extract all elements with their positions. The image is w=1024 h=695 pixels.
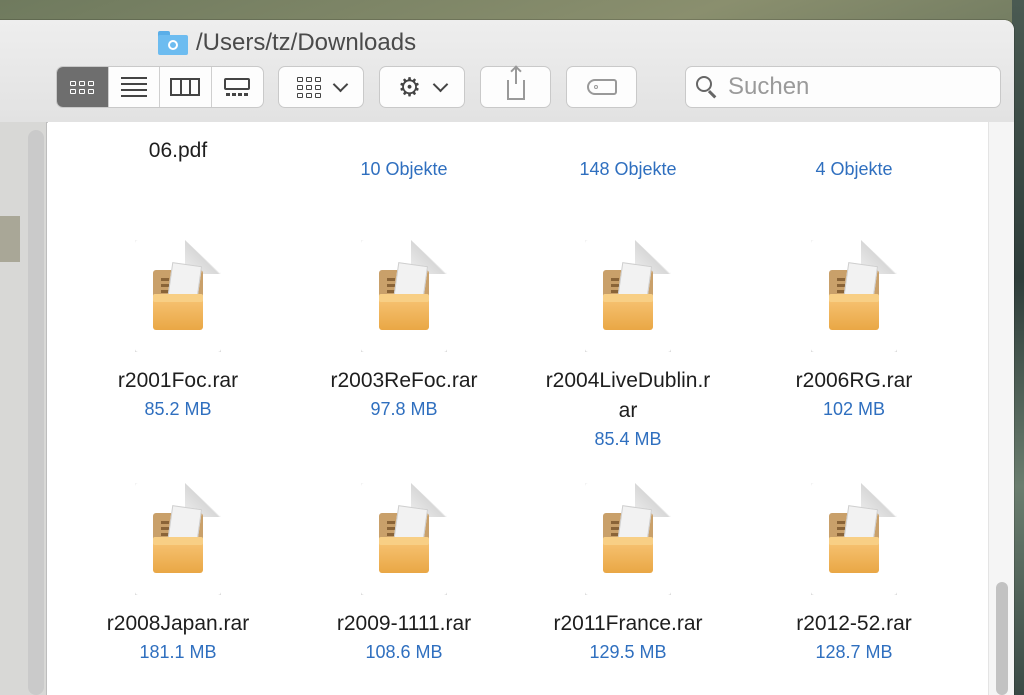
list-view-button[interactable] [109,67,160,107]
file-item[interactable]: r2011France.rar 129.5 MB [518,483,738,665]
file-size: 128.7 MB [815,642,893,662]
sidebar-selected-item[interactable] [0,216,20,262]
archive-icon [811,483,897,595]
file-name: r2009-1111.rar [336,612,472,635]
file-size: 108.6 MB [365,642,443,662]
item-count: 148 Objekte [579,159,677,179]
file-name: r2012-52.rar [796,612,912,635]
file-size: 85.4 MB [594,429,662,449]
file-name: r2011France.rar [553,612,703,635]
content-scrollbar[interactable] [988,122,1014,695]
share-button[interactable] [480,66,551,108]
file-size: 85.2 MB [144,399,212,419]
window-title: /Users/tz/Downloads [158,28,416,58]
file-name: r2006RG.rar [795,369,913,392]
archive-icon [361,240,447,352]
file-name: r2004LiveDublin.r ar [545,369,711,422]
column-view-button[interactable] [160,67,212,107]
sidebar [0,122,47,695]
item-count: 10 Objekte [360,159,448,179]
file-size: 181.1 MB [139,642,217,662]
grid-icon [70,80,95,94]
tag-icon [586,79,617,95]
file-item-pdf[interactable]: 06.pdf [68,122,288,166]
file-item[interactable]: r2008Japan.rar 181.1 MB [68,483,288,665]
archive-icon [585,483,671,595]
folder-item-profilbilder[interactable]: 4 Objekte [744,156,964,182]
sidebar-scrollbar[interactable] [28,130,44,695]
icon-view-button[interactable] [57,67,109,107]
file-item[interactable]: r2009-1111.rar 108.6 MB [294,483,514,665]
list-icon [120,77,147,97]
finder-window: /Users/tz/Downloads ⚙ Suchen 06.pdf 10 O… [0,20,1014,695]
search-input[interactable] [726,72,980,102]
file-grid: 06.pdf 10 Objekte 148 Objekte 4 Objekte … [48,122,988,695]
archive-icon [361,483,447,595]
archive-icon [585,240,671,352]
tags-button[interactable] [566,66,637,108]
file-name: r2003ReFoc.rar [330,369,478,392]
action-menu-button[interactable]: ⚙ [379,66,465,108]
gear-icon: ⚙ [397,72,422,102]
toolbar: /Users/tz/Downloads ⚙ Suchen [0,20,1014,123]
gallery-view-button[interactable] [212,67,264,107]
search-field[interactable] [685,66,1001,108]
columns-icon [170,78,201,96]
folder-item-netgear[interactable]: 10 Objekte [294,156,514,182]
chevron-down-icon [432,76,449,93]
archive-icon [135,483,221,595]
scrollbar-thumb[interactable] [996,582,1008,695]
file-item[interactable]: r2003ReFoc.rar 97.8 MB [294,240,514,422]
file-name: r2001Foc.rar [117,369,239,392]
path-label: /Users/tz/Downloads [196,29,417,56]
file-item[interactable]: r2004LiveDublin.r ar 85.4 MB [518,240,738,452]
file-size: 129.5 MB [589,642,667,662]
archive-icon [135,240,221,352]
file-name: r2008Japan.rar [106,612,250,635]
file-name: 06.pdf [148,139,208,162]
item-count: 4 Objekte [815,159,893,179]
view-mode-control [56,66,264,108]
group-grid-icon [296,76,321,98]
folder-item-pics[interactable]: 148 Objekte [518,156,738,182]
gallery-icon [224,78,251,96]
file-size: 97.8 MB [370,399,438,419]
chevron-down-icon [332,76,348,93]
downloads-folder-icon [158,31,188,55]
archive-icon [811,240,897,352]
file-item[interactable]: r2006RG.rar 102 MB [744,240,964,422]
file-item[interactable]: r2012-52.rar 128.7 MB [744,483,964,665]
share-icon [506,68,525,100]
group-by-button[interactable] [278,66,364,108]
file-size: 102 MB [822,399,886,419]
search-icon [696,74,718,100]
file-item[interactable]: r2001Foc.rar 85.2 MB [68,240,288,422]
